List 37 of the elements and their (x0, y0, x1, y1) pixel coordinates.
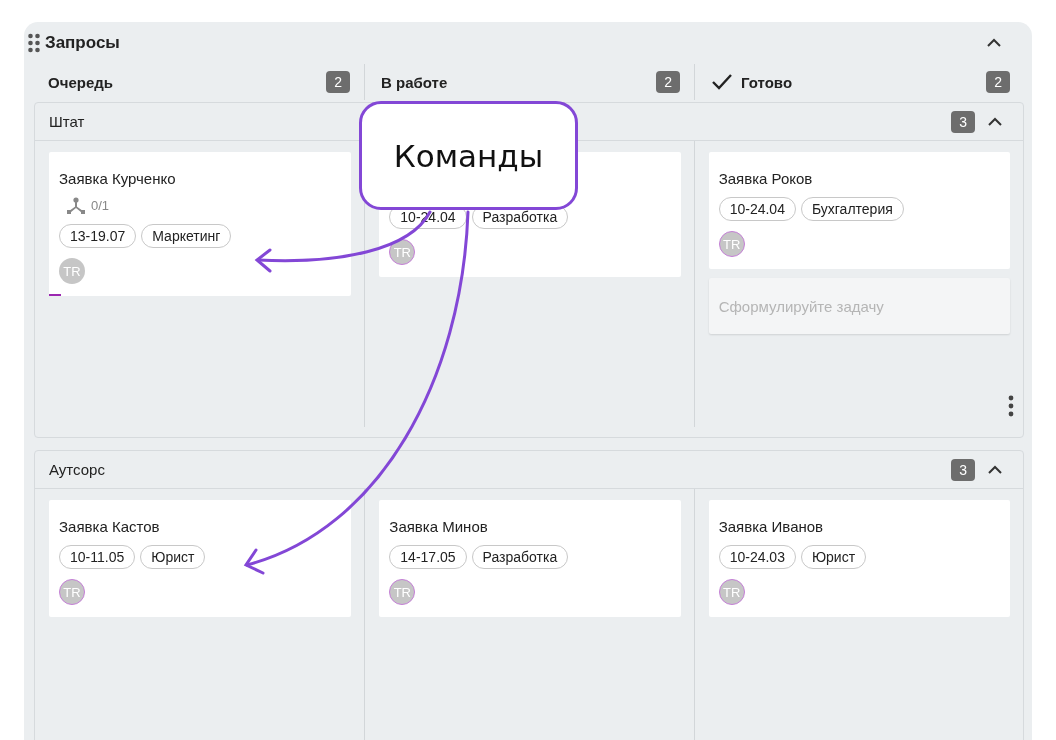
avatar: TR (389, 579, 416, 605)
request-card[interactable]: Заявка Иванов 10-24.03 Юрист TR (708, 500, 1010, 617)
subtask-count: 0/1 (91, 198, 110, 213)
check-icon (711, 73, 733, 91)
card-title: Заявка Роков (718, 170, 814, 187)
card-title: Заявка Курченко (59, 170, 177, 187)
request-card[interactable]: Заявка Курченко 0/1 13-19.07 Маркетинг TR (49, 152, 352, 296)
column-title: Очередь (48, 73, 114, 91)
count-badge: 3 (951, 458, 975, 481)
drag-handle-icon[interactable] (28, 33, 40, 53)
request-card[interactable]: Заявка Минов 14-17.05 Разработка TR (379, 500, 681, 617)
avatar: TR (718, 579, 745, 605)
card-title: Заявка Кастов (59, 518, 161, 535)
count-badge: 2 (326, 71, 350, 93)
chevron-up-icon[interactable] (987, 464, 1003, 475)
avatar: TR (59, 258, 85, 284)
lane-title: Штат (49, 113, 86, 130)
count-badge: 2 (986, 71, 1010, 93)
avatar: TR (389, 239, 416, 265)
avatar: TR (59, 579, 85, 605)
more-menu-icon[interactable] (1008, 395, 1014, 417)
panel-title: Запросы (45, 33, 121, 53)
avatar: TR (718, 231, 745, 257)
request-card[interactable]: Заявка Кастов 10-11.05 Юрист TR (49, 500, 352, 617)
count-badge: 2 (656, 71, 680, 93)
card-title: Заявка Минов (389, 518, 489, 535)
chevron-up-icon[interactable] (986, 38, 1002, 48)
card-title: Заявка Иванов (718, 518, 825, 535)
column-title: Готово (741, 73, 794, 91)
request-card[interactable]: Заявка Роков 10-24.04 Бухгалтерия TR (708, 152, 1010, 269)
column-title: В работе (381, 73, 449, 91)
chevron-up-icon[interactable] (987, 116, 1003, 127)
subtask-branch-icon (67, 197, 85, 214)
count-badge: 3 (951, 110, 975, 133)
task-input-field[interactable]: Сформулируйте задачу (708, 278, 1010, 334)
annotation-tooltip: Команды (359, 101, 578, 210)
lane-title: Аутсорс (49, 461, 106, 478)
